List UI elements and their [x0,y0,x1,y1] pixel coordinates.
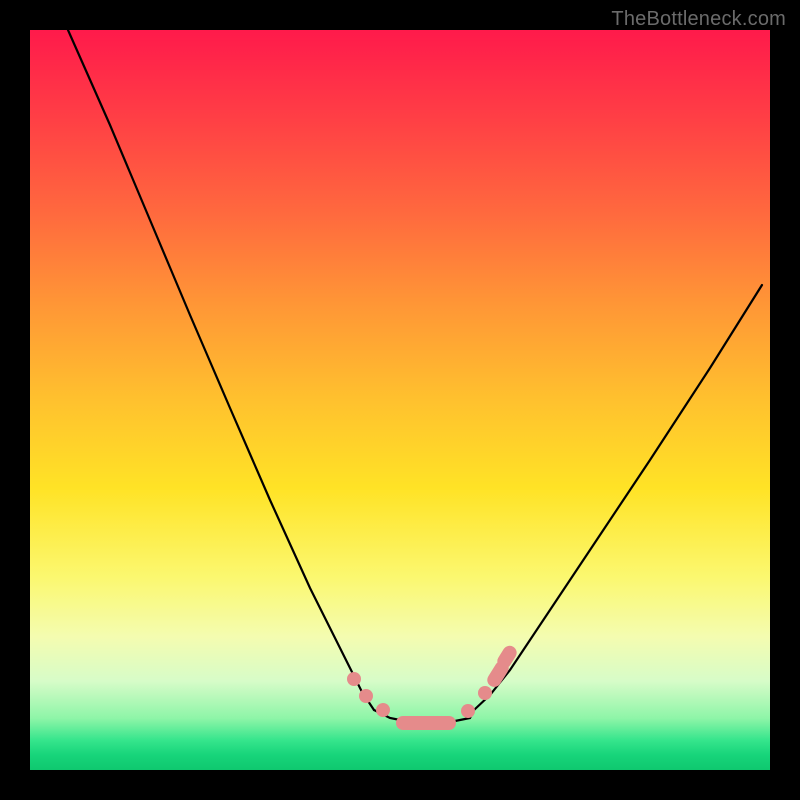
marker-dot [376,703,390,717]
watermark-label: TheBottleneck.com [611,8,786,31]
marker-pill [495,643,520,671]
chart-stage: TheBottleneck.com [0,0,800,800]
marker-dot [461,704,475,718]
marker-dot [347,672,361,686]
curve-left-line [68,30,374,710]
marker-pill [485,658,512,689]
curve-right-line [474,285,762,710]
marker-pill [396,716,456,730]
plot-area [30,30,770,770]
curve-bottom-line [374,710,474,724]
marker-dot [478,686,492,700]
bottleneck-curve [30,30,770,770]
marker-dot [359,689,373,703]
